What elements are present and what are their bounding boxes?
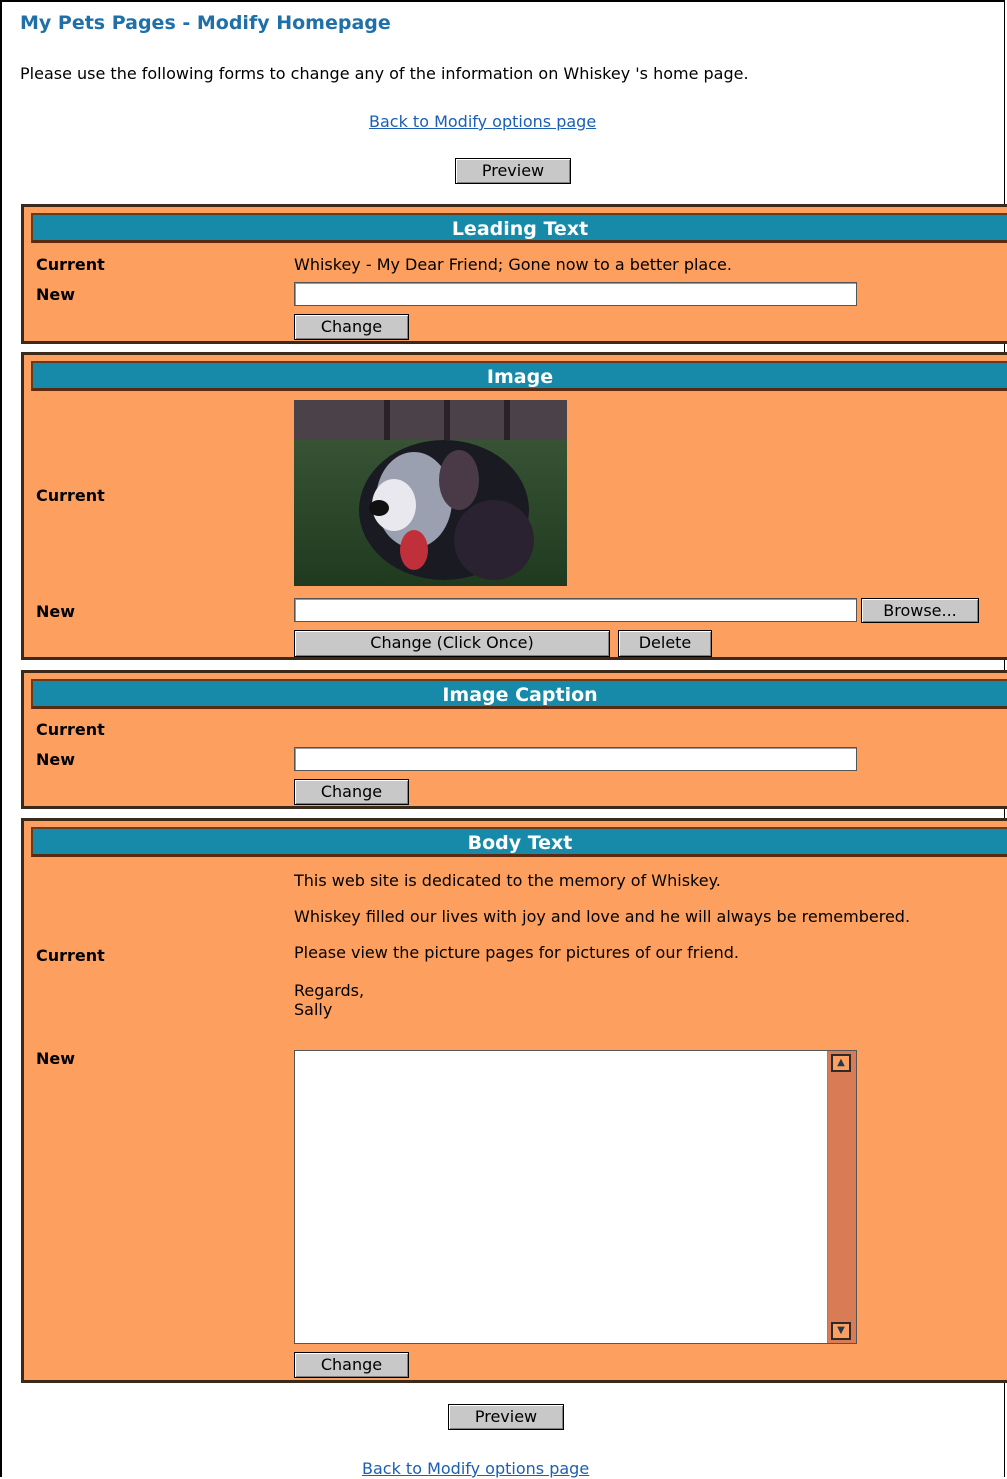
body-text-current-value: This web site is dedicated to the memory… — [294, 871, 974, 1019]
textarea-scrollbar[interactable]: ▲ ▼ — [827, 1051, 856, 1343]
intro-text: Please use the following forms to change… — [20, 64, 749, 83]
body-text-new-label: New — [36, 1049, 76, 1068]
body-para-3: Please view the picture pages for pictur… — [294, 943, 740, 962]
leading-text-current-label: Current — [36, 255, 105, 274]
browse-button[interactable]: Browse... — [861, 598, 979, 623]
body-text-textarea[interactable]: ▲ ▼ — [294, 1050, 857, 1344]
leading-text-new-label: New — [36, 285, 76, 304]
page-title: My Pets Pages - Modify Homepage — [20, 12, 391, 34]
leading-text-header: Leading Text — [31, 213, 1007, 243]
image-new-label: New — [36, 602, 76, 621]
preview-button-bottom[interactable]: Preview — [448, 1404, 564, 1430]
image-caption-new-input[interactable] — [294, 747, 857, 771]
dog-photo — [294, 400, 567, 586]
back-to-modify-link-top[interactable]: Back to Modify options page — [369, 112, 596, 131]
image-change-button[interactable]: Change (Click Once) — [294, 630, 610, 657]
body-para-4-line-1: Regards, — [294, 981, 365, 1000]
image-caption-header: Image Caption — [31, 679, 1007, 709]
back-to-modify-link-bottom[interactable]: Back to Modify options page — [362, 1459, 589, 1478]
body-text-header: Body Text — [31, 827, 1007, 857]
body-para-4-line-2: Sally — [294, 1000, 333, 1019]
image-caption-current-label: Current — [36, 720, 105, 739]
preview-button-top[interactable]: Preview — [455, 158, 571, 184]
leading-text-panel: Leading Text Current Whiskey - My Dear F… — [21, 204, 1007, 344]
image-caption-change-button[interactable]: Change — [294, 779, 409, 805]
image-delete-button[interactable]: Delete — [618, 630, 712, 657]
body-text-panel: Body Text Current This web site is dedic… — [21, 818, 1007, 1383]
image-current-label: Current — [36, 486, 105, 505]
body-text-change-button[interactable]: Change — [294, 1352, 409, 1378]
image-caption-new-label: New — [36, 750, 76, 769]
image-caption-panel: Image Caption Current New Change — [21, 670, 1007, 809]
body-para-1: This web site is dedicated to the memory… — [294, 871, 721, 890]
leading-text-change-button[interactable]: Change — [294, 314, 409, 340]
leading-text-new-input[interactable] — [294, 282, 857, 306]
scroll-down-arrow-icon[interactable]: ▼ — [831, 1322, 851, 1340]
image-panel: Image Current New Browse... Change (Clic… — [21, 352, 1007, 660]
body-text-current-label: Current — [36, 946, 105, 965]
image-header: Image — [31, 361, 1007, 391]
scroll-up-arrow-icon[interactable]: ▲ — [831, 1054, 851, 1072]
image-file-input[interactable] — [294, 598, 857, 622]
leading-text-current-value: Whiskey - My Dear Friend; Gone now to a … — [294, 255, 732, 274]
body-para-2: Whiskey filled our lives with joy and lo… — [294, 907, 911, 926]
